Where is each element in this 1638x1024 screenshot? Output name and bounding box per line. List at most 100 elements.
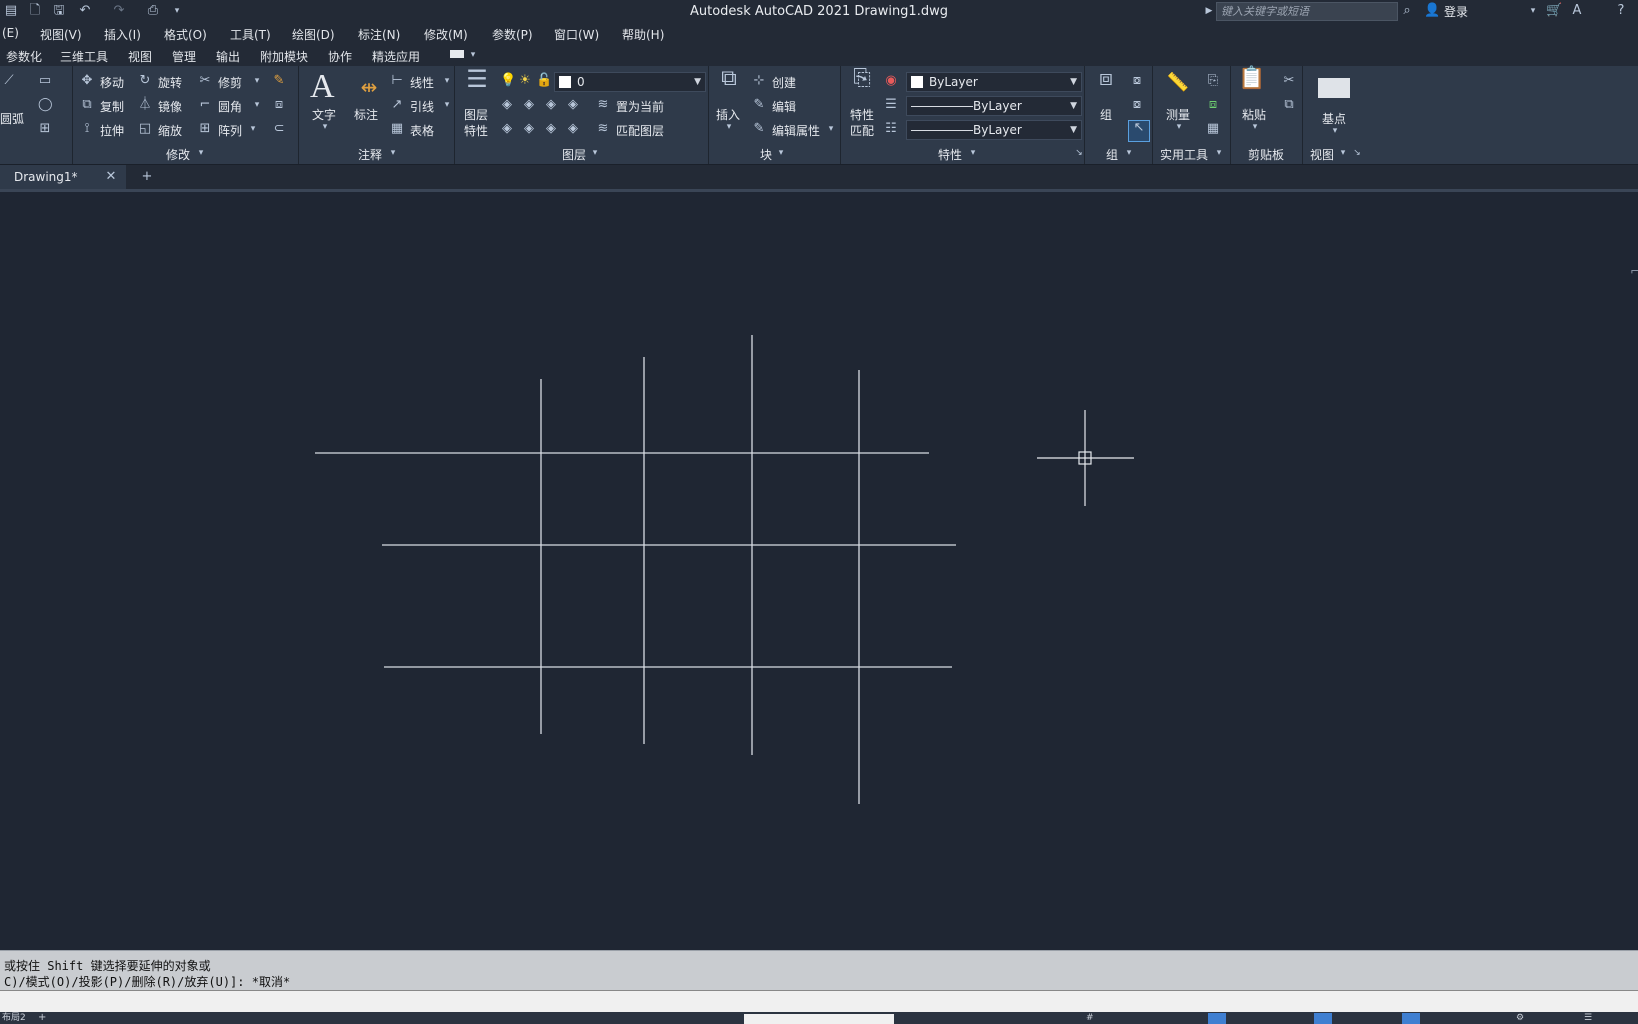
properties-group-title[interactable]: 特性 [938, 146, 962, 163]
layers-group-title[interactable]: 图层 [562, 146, 586, 163]
array-icon[interactable]: ⊞ [198, 122, 212, 136]
dimension-button[interactable]: 标注 [354, 106, 378, 123]
new-tab-plus-icon[interactable]: + [140, 170, 154, 184]
measure-ruler-icon[interactable]: 📏 [1164, 74, 1192, 96]
add-layout-plus-icon[interactable]: + [38, 1012, 46, 1024]
explode-icon[interactable]: ⧈ [272, 98, 286, 112]
array-button[interactable]: 阵列 [218, 122, 242, 139]
layer-unlock-icon[interactable]: 🔓 [536, 74, 552, 88]
dimension-icon[interactable]: ⇹ [356, 77, 382, 102]
tab-featured-apps[interactable]: 精选应用 [372, 48, 420, 65]
color-dropdown[interactable]: ByLayer ▼ [906, 72, 1082, 92]
mirror-icon[interactable]: ⏃ [138, 98, 152, 112]
layer-thaw-all-icon[interactable]: ◈ [522, 122, 536, 136]
linear-dim-icon[interactable]: ⊢ [390, 74, 404, 88]
layer-on-bulb-icon[interactable]: 💡 [500, 74, 516, 88]
erase-icon[interactable]: ✎ [272, 74, 286, 88]
text-a-icon[interactable]: A [310, 68, 335, 106]
color-wheel-icon[interactable]: ◉ [884, 74, 898, 88]
move-button[interactable]: 移动 [100, 74, 124, 91]
leader-icon[interactable]: ↗ [390, 98, 404, 112]
tab-view[interactable]: 视图 [128, 48, 152, 65]
annotation-toggle[interactable] [1402, 1013, 1420, 1024]
table-button[interactable]: 表格 [410, 122, 434, 139]
login-dropdown-icon[interactable]: ▾ [1526, 4, 1540, 18]
grid-icon[interactable]: # [1086, 1012, 1094, 1024]
search-icon[interactable]: ⌕ [1400, 4, 1414, 18]
block-group-title[interactable]: 块 [760, 146, 772, 163]
rotate-button[interactable]: 旋转 [158, 74, 182, 91]
linetype-dropdown[interactable]: ByLayer ▼ [906, 120, 1082, 140]
quick-select-icon[interactable]: ⎘ [1206, 74, 1220, 88]
layer-unisolate-icon[interactable]: ◈ [500, 122, 514, 136]
match-properties-button-line2[interactable]: 匹配 [850, 122, 874, 139]
groups-group-dropdown-icon[interactable]: ▾ [1122, 146, 1136, 160]
create-block-button[interactable]: 创建 [772, 74, 796, 91]
line-icon[interactable]: ⟋ [2, 74, 16, 88]
table-icon[interactable]: ▦ [390, 122, 404, 136]
expand-arrow-icon[interactable]: ▶ [1202, 4, 1216, 18]
fillet-button[interactable]: 圆角 [218, 98, 242, 115]
rectangle-icon[interactable]: ▭ [38, 74, 52, 88]
edit-attribute-icon[interactable]: ✎ [752, 122, 766, 136]
hatch-icon[interactable]: ⊞ [38, 122, 52, 136]
menu-item-edit[interactable]: (E) [2, 26, 19, 40]
annotation-group-title[interactable]: 注释 [358, 146, 382, 163]
ribbon-toggle-dropdown-icon[interactable]: ▾ [466, 48, 480, 62]
text-dropdown-icon[interactable]: ▾ [318, 120, 332, 134]
match-layer-button[interactable]: 匹配图层 [616, 122, 664, 139]
cut-icon[interactable]: ✂ [1282, 74, 1296, 88]
tab-parametric[interactable]: 参数化 [6, 48, 42, 65]
menu-item-format[interactable]: 格式(O) [164, 26, 207, 43]
copy-clip-icon[interactable]: ⧉ [1282, 98, 1296, 112]
menu-item-draw[interactable]: 绘图(D) [292, 26, 335, 43]
copy-icon[interactable]: ⧉ [80, 98, 94, 112]
leader-button[interactable]: 引线 [410, 98, 434, 115]
view-group-title[interactable]: 视图 [1310, 146, 1334, 163]
linetype-icon[interactable]: ☷ [884, 122, 898, 136]
linear-button[interactable]: 线性 [410, 74, 434, 91]
utilities-group-title[interactable]: 实用工具 [1160, 146, 1208, 163]
linear-dropdown-icon[interactable]: ▾ [440, 74, 454, 88]
utilities-group-dropdown-icon[interactable]: ▾ [1212, 146, 1226, 160]
layer-dropdown[interactable]: 0 ▼ [554, 72, 706, 92]
ribbon-minimize-toggle[interactable] [450, 50, 464, 58]
edit-block-icon[interactable]: ✎ [752, 98, 766, 112]
tab-output[interactable]: 输出 [216, 48, 240, 65]
layout-tab[interactable]: 布局2 [2, 1012, 26, 1024]
edit-attribute-dropdown-icon[interactable]: ▾ [824, 122, 838, 136]
login-link[interactable]: 登录 [1444, 3, 1468, 20]
tab-3d-tools[interactable]: 三维工具 [60, 48, 108, 65]
trim-icon[interactable]: ✂ [198, 74, 212, 88]
move-icon[interactable]: ✥ [80, 74, 94, 88]
lineweight-icon[interactable]: ☰ [884, 98, 898, 112]
scale-icon[interactable]: ◱ [138, 122, 152, 136]
menu-item-modify[interactable]: 修改(M) [424, 26, 468, 43]
rotate-icon[interactable]: ↻ [138, 74, 152, 88]
menu-item-parametric[interactable]: 参数(P) [492, 26, 533, 43]
trim-button[interactable]: 修剪 [218, 74, 242, 91]
edit-block-button[interactable]: 编辑 [772, 98, 796, 115]
close-icon[interactable]: ✕ [104, 170, 118, 184]
set-current-layer-icon[interactable]: ≋ [596, 98, 610, 112]
layer-thaw-sun-icon[interactable]: ☀ [518, 74, 532, 88]
autodesk-a-icon[interactable]: A [1570, 4, 1584, 18]
layer-properties-button-line2[interactable]: 特性 [464, 122, 488, 139]
ungroup-icon[interactable]: ⧇ [1130, 74, 1144, 88]
layer-walk-icon[interactable]: ◈ [544, 122, 558, 136]
stretch-button[interactable]: 拉伸 [100, 122, 124, 139]
view-group-dropdown-icon[interactable]: ▾ [1336, 146, 1350, 160]
leader-dropdown-icon[interactable]: ▾ [440, 98, 454, 112]
layer-lock-icon[interactable]: ◈ [566, 98, 580, 112]
doc-tab-drawing1[interactable]: Drawing1* ✕ [0, 165, 126, 189]
set-current-button[interactable]: 置为当前 [616, 98, 664, 115]
tab-manage[interactable]: 管理 [172, 48, 196, 65]
insert-block-icon[interactable]: ⧉ [714, 68, 744, 100]
modify-group-title[interactable]: 修改 [166, 146, 190, 163]
offset-icon[interactable]: ⊂ [272, 122, 286, 136]
array-dropdown-icon[interactable]: ▾ [246, 122, 260, 136]
layer-freeze-icon[interactable]: ◈ [544, 98, 558, 112]
copy-button[interactable]: 复制 [100, 98, 124, 115]
gear-icon[interactable]: ⚙ [1516, 1012, 1524, 1024]
scale-button[interactable]: 缩放 [158, 122, 182, 139]
